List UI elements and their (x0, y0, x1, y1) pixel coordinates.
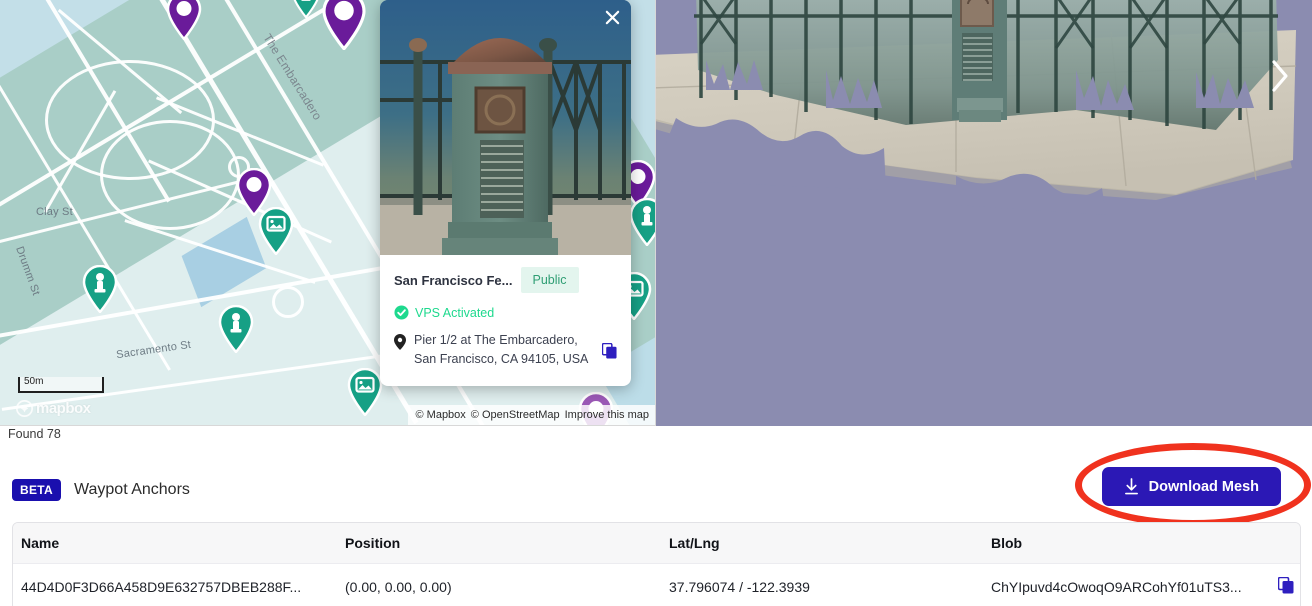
cell-blob-text: ChYIpuvd4cOwoqO9ARCohYf01uTS3... (991, 579, 1242, 595)
column-header-blob[interactable]: Blob (983, 523, 1300, 564)
found-count-label: Found 78 (8, 427, 61, 441)
vps-status-row: VPS Activated (394, 305, 617, 320)
copy-icon (601, 342, 617, 359)
map-attribution: © Mapbox © OpenStreetMap Improve this ma… (407, 405, 655, 425)
viewer-row: The Embarcadero Clay St Drumm St Sacrame… (0, 0, 1312, 426)
mesh-viewer-pane[interactable] (656, 0, 1312, 426)
wayspot-photo-art (380, 0, 631, 255)
anchors-table-wrapper: Name Position Lat/Lng Blob 44D4D0F3D66A4… (12, 522, 1301, 606)
check-circle-icon (394, 305, 409, 320)
mapbox-logo[interactable]: mapbox (16, 400, 91, 417)
cell-blob: ChYIpuvd4cOwoqO9ARCohYf01uTS3... (983, 563, 1300, 606)
cell-latlng: 37.796074 / -122.3939 (661, 563, 983, 606)
wayspot-popup: San Francisco Fe... Public VPS Activated… (380, 0, 631, 386)
map-scale-label: 50m (24, 376, 44, 387)
road-path-loop (100, 120, 240, 230)
map-pane[interactable]: The Embarcadero Clay St Drumm St Sacrame… (0, 0, 656, 426)
blob-cell-inner: ChYIpuvd4cOwoqO9ARCohYf01uTS3... (991, 576, 1300, 597)
table-body: 44D4D0F3D66A458D9E632757DBEB288F... (0.0… (13, 563, 1300, 606)
attribution-mapbox[interactable]: © Mapbox (416, 409, 466, 421)
popup-body: San Francisco Fe... Public VPS Activated… (380, 255, 631, 386)
map-scale-bar: 50m (18, 376, 104, 393)
attribution-improve-link[interactable]: Improve this map (565, 409, 649, 421)
copy-icon (1277, 576, 1294, 594)
address-text: Pier 1/2 at The Embarcadero, San Francis… (414, 333, 589, 367)
mapbox-logo-icon (16, 400, 33, 417)
download-mesh-button[interactable]: Download Mesh (1101, 467, 1281, 506)
map-marker-purple[interactable] (166, 0, 202, 40)
table-row[interactable]: 44D4D0F3D66A458D9E632757DBEB288F... (0.0… (13, 563, 1300, 606)
map-label-clay-st: Clay St (36, 206, 73, 218)
download-mesh-label: Download Mesh (1148, 478, 1259, 495)
cell-name: 44D4D0F3D66A458D9E632757DBEB288F... (13, 563, 337, 606)
map-marker-teal-photo[interactable] (258, 207, 294, 255)
popup-close-button[interactable] (601, 6, 623, 28)
table-header: Name Position Lat/Lng Blob (13, 523, 1300, 564)
map-marker-teal-statue[interactable] (291, 0, 321, 18)
beta-badge: BETA (12, 479, 61, 501)
map-marker-teal-statue[interactable] (629, 198, 655, 246)
column-header-position[interactable]: Position (337, 523, 661, 564)
app-root: The Embarcadero Clay St Drumm St Sacrame… (0, 0, 1312, 606)
map-marker-purple-large[interactable] (321, 0, 367, 50)
address-row: Pier 1/2 at The Embarcadero, San Francis… (394, 331, 617, 370)
location-pin-icon (394, 334, 406, 350)
column-header-latlng[interactable]: Lat/Lng (661, 523, 983, 564)
anchors-table: Name Position Lat/Lng Blob 44D4D0F3D66A4… (13, 523, 1300, 606)
cell-position: (0.00, 0.00, 0.00) (337, 563, 661, 606)
vps-status-text: VPS Activated (415, 305, 495, 320)
mapbox-logo-text: mapbox (36, 400, 91, 417)
copy-address-button[interactable] (601, 331, 617, 364)
table-header-row: Name Position Lat/Lng Blob (13, 523, 1300, 564)
download-icon (1124, 478, 1138, 495)
copy-blob-button[interactable] (1277, 576, 1300, 597)
popup-title: San Francisco Fe... (394, 272, 513, 288)
chevron-right-icon (1272, 60, 1288, 92)
mesh-next-button[interactable] (1262, 56, 1298, 96)
wayspot-photo (380, 0, 631, 255)
visibility-badge: Public (520, 267, 579, 293)
attribution-osm[interactable]: © OpenStreetMap (471, 409, 560, 421)
map-marker-teal-statue[interactable] (82, 265, 118, 313)
anchors-header: BETA Waypot Anchors (12, 479, 190, 501)
map-marker-teal-photo[interactable] (347, 368, 383, 416)
close-icon (605, 10, 619, 24)
mesh-3d-model (656, 0, 1312, 426)
road-roundabout (272, 286, 304, 318)
column-header-name[interactable]: Name (13, 523, 337, 564)
anchors-section-title: Waypot Anchors (73, 481, 190, 498)
popup-title-row: San Francisco Fe... Public (394, 267, 617, 293)
map-marker-teal-statue[interactable] (218, 305, 254, 353)
